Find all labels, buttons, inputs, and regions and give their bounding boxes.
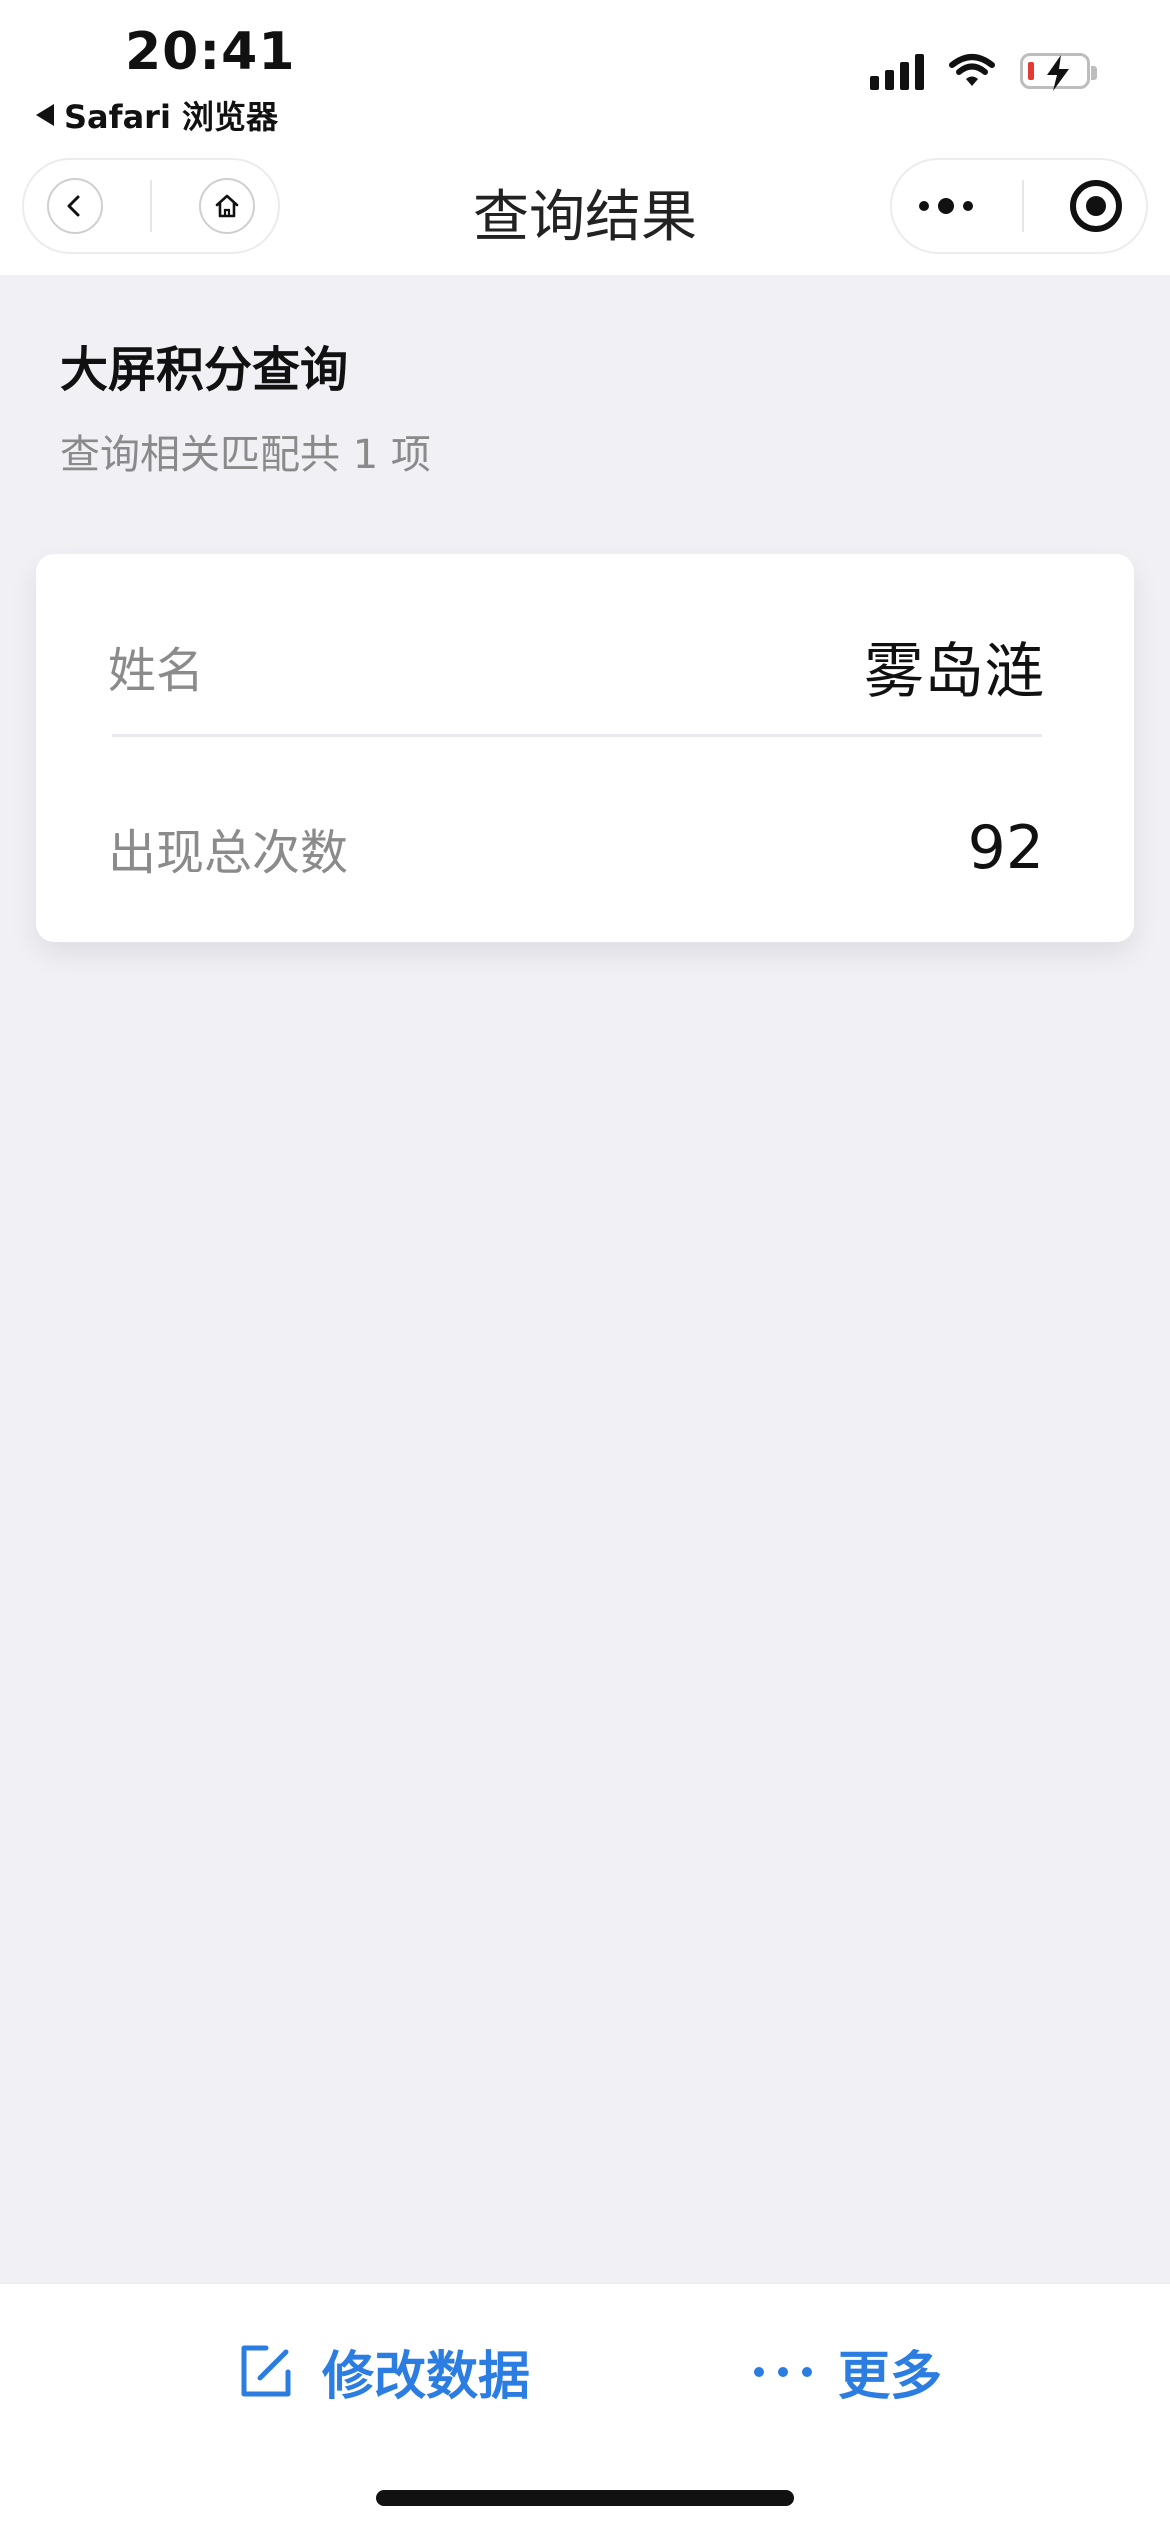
more-dots-icon [754,2366,812,2377]
nav-capsule-right [890,158,1148,254]
edit-data-button[interactable]: 修改数据 [236,2334,530,2409]
status-icons [870,52,1097,91]
more-icon[interactable] [914,194,978,218]
battery-charging-icon [1020,53,1097,91]
back-button[interactable] [47,178,104,234]
result-label: 姓名 [108,643,205,699]
home-indicator [376,2490,794,2506]
signal-icon [870,52,924,90]
capsule-divider [1022,180,1024,232]
result-row-count: 出现总次数 92 [108,788,1044,908]
result-card: 姓名 雾岛涟 出现总次数 92 [36,554,1134,942]
row-divider [112,734,1042,737]
result-value: 雾岛涟 [864,636,1044,707]
back-triangle-icon [36,104,54,126]
status-time: 20:41 [125,22,296,82]
nav-capsule-left [22,158,280,254]
more-label: 更多 [838,2347,943,2407]
match-count-text: 查询相关匹配共 1 项 [60,432,431,478]
result-row-name: 姓名 雾岛涟 [108,606,1044,726]
battery-level [1028,62,1034,80]
edit-icon [241,2345,291,2396]
page-heading: 大屏积分查询 [60,342,349,398]
home-icon [215,194,238,218]
back-to-safari-button[interactable]: Safari 浏览器 [36,92,278,138]
record-icon[interactable] [1068,178,1124,234]
back-icon [67,195,80,217]
edit-data-label: 修改数据 [322,2347,531,2407]
back-to-safari-label: Safari 浏览器 [64,98,279,136]
result-value: 92 [967,813,1044,883]
charging-bolt-icon [1047,55,1069,91]
result-label: 出现总次数 [108,825,349,881]
more-button[interactable]: 更多 [754,2334,942,2409]
top-bar: 20:41 Safari 浏览器 查询结果 [0,0,1170,275]
wifi-icon [949,54,995,86]
home-button[interactable] [198,178,255,234]
capsule-divider [149,180,152,232]
